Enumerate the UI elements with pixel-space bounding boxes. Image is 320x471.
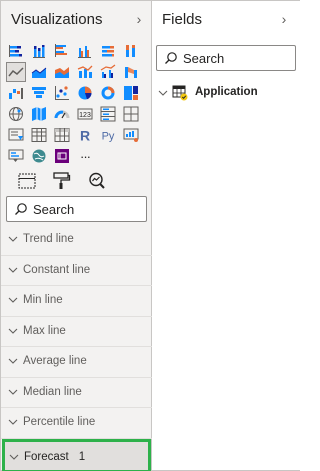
- collapse-visualizations-button[interactable]: ›: [131, 10, 147, 28]
- fields-well-icon: [18, 173, 36, 189]
- fields-search-box[interactable]: [156, 45, 296, 71]
- section-median-line[interactable]: Median line: [1, 378, 152, 408]
- chevron-down-icon: [8, 267, 18, 273]
- section-label: Median line: [23, 385, 82, 398]
- visualizations-pane: Visualizations › 123 R Py ··· Search Tre…: [1, 1, 152, 471]
- 100-stacked-column-chart-icon[interactable]: [121, 41, 141, 61]
- table-with-check-icon: [172, 85, 188, 101]
- collapse-fields-button[interactable]: ›: [276, 10, 292, 28]
- pie-chart-icon[interactable]: [75, 83, 95, 103]
- multi-row-card-icon[interactable]: [98, 104, 118, 124]
- power-apps-icon[interactable]: [52, 146, 72, 166]
- line-and-stacked-column-chart-icon[interactable]: [75, 62, 95, 82]
- tab-fields[interactable]: [15, 169, 39, 193]
- chevron-down-icon: [8, 236, 18, 242]
- treemap-icon[interactable]: [121, 83, 141, 103]
- analytics-magnifier-icon: [89, 172, 105, 189]
- py-glyph: Py: [102, 131, 115, 143]
- 100-stacked-bar-chart-icon[interactable]: [98, 41, 118, 61]
- chevron-down-icon: [8, 297, 18, 303]
- chevron-down-icon: [8, 419, 18, 425]
- paint-roller-icon: [53, 172, 71, 189]
- section-label: Percentile line: [23, 416, 96, 428]
- map-icon[interactable]: [6, 104, 26, 124]
- section-label: Max line: [23, 324, 66, 337]
- key-influencers-icon[interactable]: [121, 125, 141, 145]
- field-table-application[interactable]: Application: [157, 83, 297, 103]
- clustered-column-chart-icon[interactable]: [75, 41, 95, 61]
- table-icon[interactable]: [29, 125, 49, 145]
- ribbon-chart-icon[interactable]: [121, 62, 141, 82]
- r-glyph: R: [80, 128, 90, 144]
- python-visual-icon[interactable]: Py: [98, 125, 118, 145]
- section-label: Constant line: [23, 263, 91, 276]
- section-label: Average line: [23, 355, 87, 367]
- visualizations-tabs: [15, 169, 125, 200]
- chevron-down-icon: [8, 358, 18, 364]
- analytics-search-input[interactable]: [33, 201, 142, 217]
- arcgis-map-icon[interactable]: [29, 146, 49, 166]
- table-label: Application: [195, 86, 258, 98]
- fields-search-input[interactable]: [183, 50, 291, 66]
- kpi-icon[interactable]: [121, 104, 141, 124]
- section-trend-line[interactable]: Trend line: [1, 225, 152, 256]
- more-visuals-icon[interactable]: ···: [75, 146, 95, 166]
- card-icon[interactable]: 123: [75, 104, 95, 124]
- clustered-bar-chart-icon[interactable]: [52, 41, 72, 61]
- forecast-count-badge: 1: [78, 450, 86, 463]
- chevron-down-icon[interactable]: [157, 87, 169, 99]
- stacked-area-chart-icon[interactable]: [52, 62, 72, 82]
- tab-analytics[interactable]: [85, 169, 109, 193]
- section-average-line[interactable]: Average line: [1, 347, 152, 378]
- section-label: Trend line: [23, 233, 74, 245]
- scatter-chart-icon[interactable]: [52, 83, 72, 103]
- chevron-down-icon: [8, 389, 18, 395]
- area-chart-icon[interactable]: [29, 62, 49, 82]
- gauge-icon[interactable]: [52, 104, 72, 124]
- r-script-visual-icon[interactable]: R: [75, 125, 95, 145]
- section-label: Forecast 1: [24, 451, 85, 463]
- section-forecast[interactable]: Forecast 1: [2, 438, 151, 471]
- chevron-down-icon: [8, 328, 18, 334]
- section-max-line[interactable]: Max line: [1, 317, 152, 347]
- forecast-label: Forecast: [24, 450, 69, 463]
- filled-map-icon[interactable]: [29, 104, 49, 124]
- report-panes: Visualizations › 123 R Py ··· Search Tre…: [0, 0, 300, 471]
- waterfall-chart-icon[interactable]: [6, 83, 26, 103]
- chevron-down-icon: [9, 454, 19, 460]
- stacked-column-chart-icon[interactable]: [29, 41, 49, 61]
- visual-gallery: 123 R Py ···: [6, 41, 147, 166]
- donut-chart-icon[interactable]: [98, 83, 118, 103]
- section-min-line[interactable]: Min line: [1, 286, 152, 317]
- section-percentile-line[interactable]: Percentile line: [1, 408, 152, 439]
- funnel-chart-icon[interactable]: [29, 83, 49, 103]
- decomposition-tree-icon[interactable]: [6, 146, 26, 166]
- fields-pane: Fields › Application: [152, 1, 300, 470]
- stacked-bar-chart-icon[interactable]: [6, 41, 26, 61]
- section-constant-line[interactable]: Constant line: [1, 256, 152, 286]
- slicer-icon[interactable]: [6, 125, 26, 145]
- section-label: Min line: [23, 294, 63, 306]
- analytics-search-box[interactable]: [6, 196, 147, 222]
- search-icon: [15, 203, 27, 215]
- fields-title: Fields: [162, 11, 203, 28]
- more-glyph: ···: [80, 148, 91, 164]
- tab-format[interactable]: [49, 169, 73, 193]
- svg-text:123: 123: [79, 112, 91, 119]
- line-chart-icon[interactable]: [6, 62, 26, 82]
- search-icon: [165, 52, 177, 64]
- line-and-clustered-column-chart-icon[interactable]: [98, 62, 118, 82]
- visualizations-title: Visualizations: [11, 11, 103, 28]
- matrix-icon[interactable]: [52, 125, 72, 145]
- analytics-sections: Trend line Constant line Min line Max li…: [1, 225, 152, 471]
